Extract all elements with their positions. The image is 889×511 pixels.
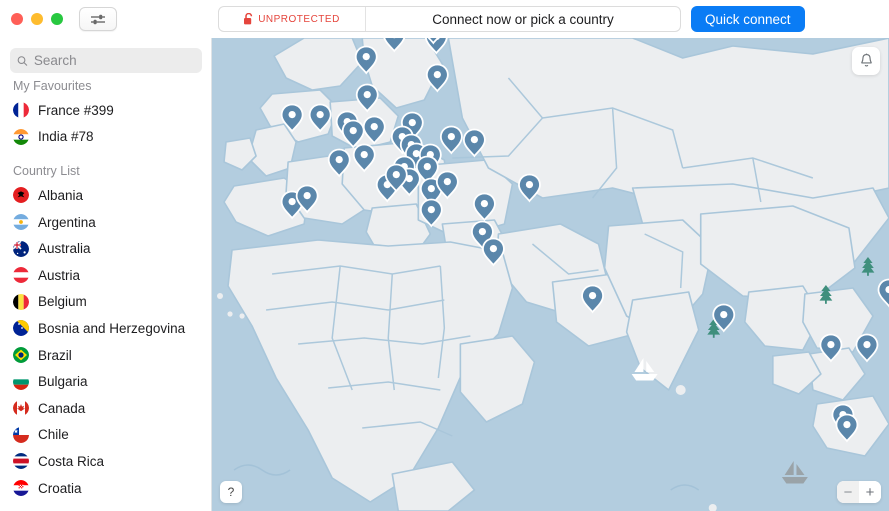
unlocked-padlock-icon bbox=[244, 13, 253, 25]
flag-bg-icon bbox=[13, 373, 29, 390]
flag-cl-icon bbox=[13, 426, 29, 443]
connect-bar[interactable]: UNPROTECTED Connect now or pick a countr… bbox=[218, 6, 681, 32]
sidebar-item-label: Australia bbox=[38, 241, 91, 257]
flag-au-icon bbox=[13, 240, 29, 257]
flag-fr-icon bbox=[13, 102, 29, 119]
quick-connect-button[interactable]: Quick connect bbox=[691, 6, 805, 32]
favourite-label: France #399 bbox=[38, 102, 114, 118]
flag-al-icon bbox=[13, 187, 29, 204]
sidebar-item-label: Austria bbox=[38, 267, 81, 283]
sidebar-item-brazil[interactable]: Brazil bbox=[0, 342, 211, 369]
sidebar-item-label: Bulgaria bbox=[38, 374, 88, 390]
zoom-in-button[interactable]: + bbox=[859, 481, 881, 503]
sidebar-item-label: Costa Rica bbox=[38, 453, 105, 469]
title-bar: UNPROTECTED Connect now or pick a countr… bbox=[0, 0, 889, 38]
sidebar-item-label: Albania bbox=[38, 187, 84, 203]
search-box[interactable] bbox=[10, 48, 202, 73]
search-area bbox=[0, 48, 211, 73]
settings-button[interactable] bbox=[79, 7, 117, 31]
sidebar-item-bulgaria[interactable]: Bulgaria bbox=[0, 368, 211, 395]
favourite-label: India #78 bbox=[38, 129, 94, 145]
zoom-controls: − + bbox=[837, 481, 881, 503]
flag-br-icon bbox=[13, 347, 29, 364]
flag-in-icon bbox=[13, 128, 29, 145]
bell-icon bbox=[860, 53, 872, 67]
sidebar-item-chile[interactable]: Chile bbox=[0, 422, 211, 449]
sidebar-item-label: Canada bbox=[38, 400, 86, 416]
sidebar-item-canada[interactable]: Canada bbox=[0, 395, 211, 422]
sidebar-item-bosnia-and-herzegovina[interactable]: Bosnia and Herzegovina bbox=[0, 315, 211, 342]
close-button[interactable] bbox=[11, 13, 23, 25]
window-controls-area bbox=[0, 0, 212, 38]
flag-at-icon bbox=[13, 267, 29, 284]
flag-hr-icon bbox=[13, 480, 29, 497]
sidebar-item-label: Bosnia and Herzegovina bbox=[38, 320, 186, 336]
country-list-heading: Country List bbox=[13, 164, 80, 179]
status-badge: UNPROTECTED bbox=[219, 7, 366, 31]
sidebar-item-australia[interactable]: Australia bbox=[0, 235, 211, 262]
sidebar-item-albania[interactable]: Albania bbox=[0, 182, 211, 209]
sidebar: My Favourites France #399 bbox=[0, 38, 212, 511]
notifications-button[interactable] bbox=[852, 47, 880, 75]
sidebar-item-label: Chile bbox=[38, 427, 69, 443]
sliders-icon bbox=[91, 14, 105, 24]
flag-be-icon bbox=[13, 293, 29, 310]
search-icon bbox=[17, 55, 28, 66]
sidebar-item-label: Belgium bbox=[38, 294, 87, 310]
world-map[interactable]: ? − + bbox=[212, 38, 889, 511]
maximize-button[interactable] bbox=[51, 13, 63, 25]
flag-ca-icon bbox=[13, 400, 29, 417]
favourites-heading: My Favourites bbox=[13, 79, 92, 93]
flag-ba-icon bbox=[13, 320, 29, 337]
sidebar-item-costa-rica[interactable]: Costa Rica bbox=[0, 448, 211, 475]
sidebar-item-croatia[interactable]: Croatia bbox=[0, 475, 211, 502]
sidebar-item-label: Argentina bbox=[38, 214, 96, 230]
favourite-item-france[interactable]: France #399 bbox=[0, 97, 211, 124]
sidebar-item-argentina[interactable]: Argentina bbox=[0, 209, 211, 236]
zoom-out-button[interactable]: − bbox=[837, 481, 859, 503]
status-label: UNPROTECTED bbox=[258, 13, 340, 25]
flag-cr-icon bbox=[13, 453, 29, 470]
connect-hint-text: Connect now or pick a country bbox=[432, 11, 614, 27]
sidebar-item-belgium[interactable]: Belgium bbox=[0, 289, 211, 316]
sidebar-item-label: Brazil bbox=[38, 347, 72, 363]
flag-ar-icon bbox=[13, 214, 29, 231]
traffic-lights bbox=[11, 13, 63, 25]
favourite-item-india[interactable]: India #78 bbox=[0, 124, 211, 151]
app-window: UNPROTECTED Connect now or pick a countr… bbox=[0, 0, 889, 511]
search-input[interactable] bbox=[33, 53, 195, 68]
sidebar-item-austria[interactable]: Austria bbox=[0, 262, 211, 289]
main-body: My Favourites France #399 bbox=[0, 38, 889, 511]
help-button[interactable]: ? bbox=[220, 481, 242, 503]
sidebar-item-label: Croatia bbox=[38, 480, 82, 496]
toolbar: UNPROTECTED Connect now or pick a countr… bbox=[212, 0, 889, 38]
minimize-button[interactable] bbox=[31, 13, 43, 25]
map-canvas[interactable] bbox=[212, 38, 889, 511]
